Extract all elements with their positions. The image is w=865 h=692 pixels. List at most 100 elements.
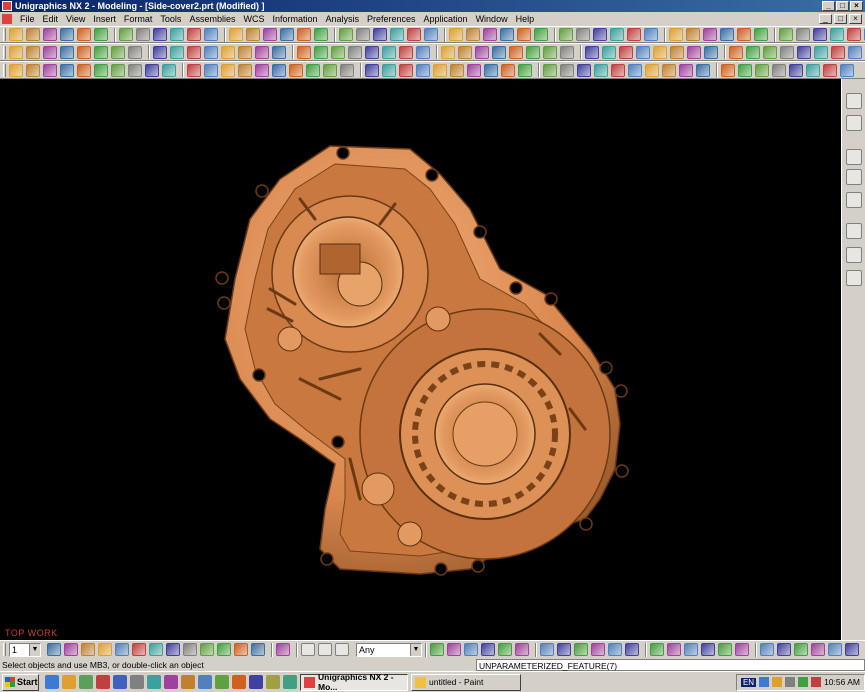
tray-app-icon[interactable] xyxy=(785,677,796,687)
feature-tool-icon[interactable] xyxy=(560,63,574,77)
feature-tool-icon[interactable] xyxy=(289,63,303,77)
selection-tool-icon[interactable] xyxy=(149,643,163,656)
standard-tool-icon[interactable] xyxy=(703,28,717,41)
selection-tool-icon[interactable] xyxy=(557,643,571,656)
curve-tool-icon[interactable] xyxy=(111,45,125,59)
feature-tool-icon[interactable] xyxy=(484,63,498,77)
curve-tool-icon[interactable] xyxy=(509,45,523,59)
curve-tool-icon[interactable] xyxy=(331,45,345,59)
curve-tool-icon[interactable] xyxy=(348,45,362,59)
selection-tool-icon[interactable] xyxy=(98,643,112,656)
feature-tool-icon[interactable] xyxy=(696,63,710,77)
curve-tool-icon[interactable] xyxy=(365,45,379,59)
doc-restore-button[interactable]: □ xyxy=(834,14,847,24)
feature-tool-icon[interactable] xyxy=(255,63,269,77)
curve-tool-icon[interactable] xyxy=(780,45,794,59)
feature-tool-icon[interactable] xyxy=(306,63,320,77)
curve-tool-icon[interactable] xyxy=(43,45,57,59)
curve-tool-icon[interactable] xyxy=(153,45,167,59)
standard-tool-icon[interactable] xyxy=(339,28,353,41)
curve-tool-icon[interactable] xyxy=(848,45,862,59)
ie-icon[interactable] xyxy=(45,675,59,689)
selection-tool-icon[interactable] xyxy=(234,643,248,656)
selection-tool-icon[interactable] xyxy=(625,643,639,656)
help-icon[interactable] xyxy=(846,192,862,208)
minimize-button[interactable]: _ xyxy=(822,1,835,11)
selection-tool-icon[interactable] xyxy=(464,643,478,656)
standard-tool-icon[interactable] xyxy=(847,28,861,41)
standard-tool-icon[interactable] xyxy=(517,28,531,41)
chevron-down-icon[interactable]: ▼ xyxy=(29,643,40,656)
feature-tool-icon[interactable] xyxy=(9,63,23,77)
curve-tool-icon[interactable] xyxy=(255,45,269,59)
volume-icon[interactable] xyxy=(772,677,783,687)
standard-tool-icon[interactable] xyxy=(534,28,548,41)
feature-tool-icon[interactable] xyxy=(187,63,201,77)
app-shortcut-icon[interactable] xyxy=(283,675,297,689)
standard-tool-icon[interactable] xyxy=(610,28,624,41)
close-button[interactable]: × xyxy=(850,1,863,11)
curve-tool-icon[interactable] xyxy=(729,45,743,59)
document-icon[interactable] xyxy=(2,14,12,24)
standard-tool-icon[interactable] xyxy=(576,28,590,41)
feature-tool-icon[interactable] xyxy=(43,63,57,77)
curve-tool-icon[interactable] xyxy=(797,45,811,59)
selection-tool-icon[interactable] xyxy=(608,643,622,656)
clock[interactable]: 10:56 AM xyxy=(824,677,860,687)
curve-tool-icon[interactable] xyxy=(763,45,777,59)
type-filter-combo[interactable]: Any ▼ xyxy=(356,642,422,657)
standard-tool-icon[interactable] xyxy=(720,28,734,41)
standard-tool-icon[interactable] xyxy=(737,28,751,41)
curve-tool-icon[interactable] xyxy=(416,45,430,59)
feature-tool-icon[interactable] xyxy=(145,63,159,77)
selection-tool-icon[interactable] xyxy=(845,643,859,656)
selection-tool-icon[interactable] xyxy=(498,643,512,656)
curve-tool-icon[interactable] xyxy=(831,45,845,59)
curve-tool-icon[interactable] xyxy=(475,45,489,59)
standard-tool-icon[interactable] xyxy=(170,28,184,41)
selection-tool-icon[interactable] xyxy=(701,643,715,656)
feature-tool-icon[interactable] xyxy=(543,63,557,77)
start-button[interactable]: Start xyxy=(2,673,39,691)
selection-tool-icon[interactable] xyxy=(200,643,214,656)
menu-assemblies[interactable]: Assemblies xyxy=(185,14,239,24)
selection-tool-icon[interactable] xyxy=(540,643,554,656)
feature-tool-icon[interactable] xyxy=(789,63,803,77)
curve-tool-icon[interactable] xyxy=(687,45,701,59)
curve-tool-icon[interactable] xyxy=(526,45,540,59)
work-layer-combo[interactable]: 1 ▼ xyxy=(9,642,41,657)
standard-tool-icon[interactable] xyxy=(356,28,370,41)
feature-tool-icon[interactable] xyxy=(772,63,786,77)
selection-tool-icon[interactable] xyxy=(115,643,129,656)
selection-tool-icon[interactable] xyxy=(166,643,180,656)
menu-edit[interactable]: Edit xyxy=(39,14,63,24)
menu-file[interactable]: File xyxy=(16,14,39,24)
standard-tool-icon[interactable] xyxy=(483,28,497,41)
feature-tool-icon[interactable] xyxy=(382,63,396,77)
standard-tool-icon[interactable] xyxy=(500,28,514,41)
standard-tool-icon[interactable] xyxy=(627,28,641,41)
selection-tool-icon[interactable] xyxy=(650,643,664,656)
selection-tool-icon[interactable] xyxy=(718,643,732,656)
feature-tool-icon[interactable] xyxy=(823,63,837,77)
selection-tool-icon[interactable] xyxy=(132,643,146,656)
menu-tools[interactable]: Tools xyxy=(156,14,185,24)
standard-tool-icon[interactable] xyxy=(559,28,573,41)
selection-tool-icon[interactable] xyxy=(828,643,842,656)
language-indicator[interactable]: EN xyxy=(740,677,757,687)
menu-analysis[interactable]: Analysis xyxy=(321,14,363,24)
feature-tool-icon[interactable] xyxy=(501,63,515,77)
curve-tool-icon[interactable] xyxy=(238,45,252,59)
app-icon[interactable] xyxy=(2,1,12,11)
selection-tool-icon[interactable] xyxy=(684,643,698,656)
standard-tool-icon[interactable] xyxy=(686,28,700,41)
menu-preferences[interactable]: Preferences xyxy=(363,14,420,24)
selection-tool-icon[interactable] xyxy=(481,643,495,656)
curve-tool-icon[interactable] xyxy=(272,45,286,59)
app-shortcut-icon[interactable] xyxy=(181,675,195,689)
feature-tool-icon[interactable] xyxy=(518,63,532,77)
menu-help[interactable]: Help xyxy=(512,14,539,24)
feature-tool-icon[interactable] xyxy=(94,63,108,77)
roles-icon[interactable] xyxy=(846,223,862,239)
feature-tool-icon[interactable] xyxy=(840,63,854,77)
